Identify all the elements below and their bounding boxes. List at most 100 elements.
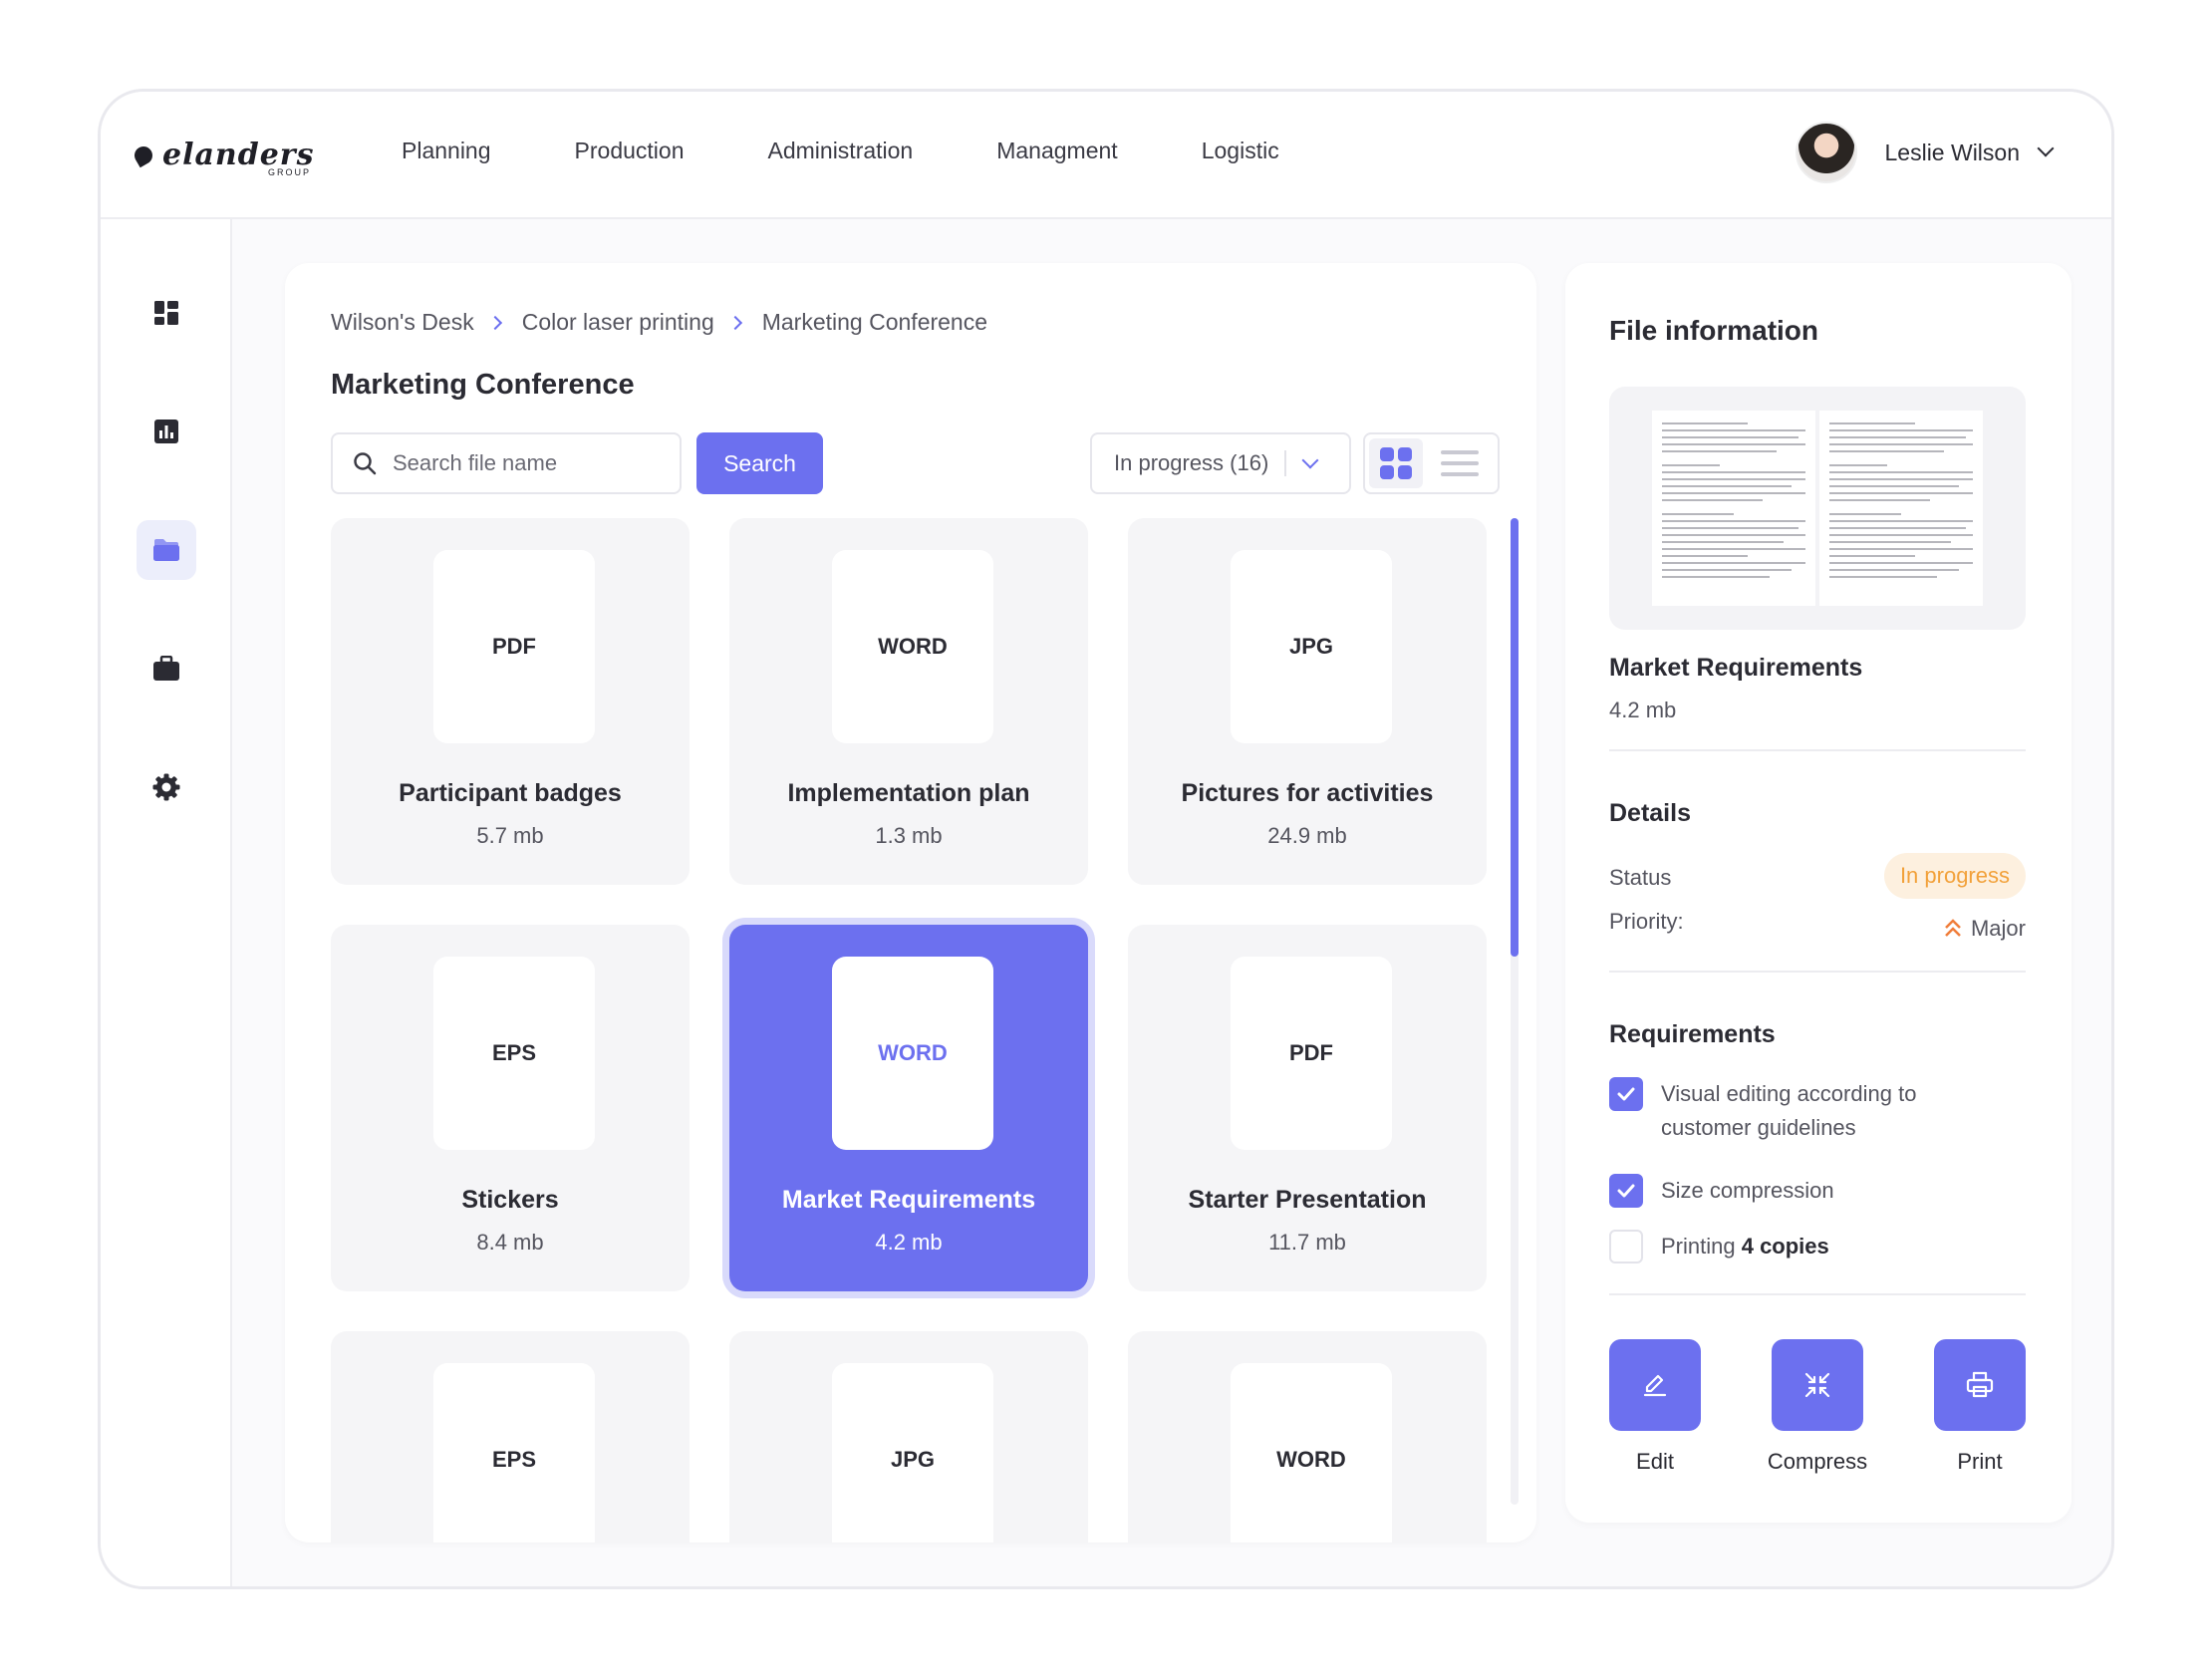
print-label: Print — [1957, 1449, 2003, 1474]
requirement-item[interactable]: Visual editing according to customer gui… — [1609, 1077, 1968, 1145]
file-information-panel: File information Market Requirements 4.2… — [1565, 263, 2072, 1523]
gear-icon — [152, 773, 180, 801]
file-preview[interactable] — [1609, 387, 2026, 630]
file-card[interactable]: JPG Pictures for activities 24.9 mb — [1128, 518, 1487, 885]
compress-button[interactable] — [1772, 1339, 1863, 1431]
status-filter-label: In progress (16) — [1114, 450, 1269, 475]
file-type-icon: WORD — [832, 957, 993, 1150]
print-button[interactable] — [1934, 1339, 2026, 1431]
status-badge: In progress — [1883, 853, 2026, 899]
requirement-item[interactable]: Size compression — [1609, 1174, 1834, 1208]
nav-logistic[interactable]: Logistic — [1202, 138, 1279, 164]
briefcase-icon — [153, 656, 179, 681]
chevron-down-icon — [1301, 451, 1319, 469]
edit-action: Edit — [1609, 1339, 1701, 1475]
double-chevron-up-icon — [1945, 919, 1961, 937]
chevron-right-icon — [487, 315, 502, 330]
nav-managment[interactable]: Managment — [996, 138, 1117, 164]
file-type-icon: WORD — [832, 550, 993, 743]
checkbox-checked[interactable] — [1609, 1077, 1643, 1111]
folder-icon — [153, 539, 179, 561]
edit-label: Edit — [1636, 1449, 1674, 1474]
breadcrumb-item[interactable]: Wilson's Desk — [331, 309, 474, 336]
file-card[interactable]: PDF Starter Presentation 11.7 mb — [1128, 925, 1487, 1291]
file-card[interactable]: WORD Implementation plan 1.3 mb — [729, 518, 1088, 885]
file-size: 4.2 mb — [1609, 698, 1677, 722]
file-card-size: 11.7 mb — [1268, 1230, 1346, 1255]
page-title: Marketing Conference — [331, 369, 635, 401]
main-nav: Planning Production Administration Manag… — [402, 138, 1279, 164]
file-card[interactable]: WORD — [1128, 1331, 1487, 1542]
file-card[interactable]: PDF Participant badges 5.7 mb — [331, 518, 690, 885]
nav-planning[interactable]: Planning — [402, 138, 491, 164]
priority-label: Priority: — [1609, 909, 1684, 934]
list-view-icon[interactable] — [1441, 450, 1479, 476]
grid-view-icon[interactable] — [1369, 438, 1423, 488]
logo-mark-icon — [131, 142, 156, 167]
divider — [1284, 450, 1287, 476]
file-card-size: 24.9 mb — [1267, 823, 1347, 848]
file-type-icon: EPS — [433, 957, 595, 1150]
nav-administration[interactable]: Administration — [768, 138, 914, 164]
checkbox-checked[interactable] — [1609, 1174, 1643, 1208]
avatar[interactable] — [1795, 122, 1857, 183]
file-browser-panel: Wilson's Desk Color laser printing Marke… — [285, 263, 1536, 1542]
printer-icon — [1966, 1371, 1994, 1398]
file-card[interactable]: JPG — [729, 1331, 1088, 1542]
file-card[interactable]: EPS — [331, 1331, 690, 1542]
file-type-icon: EPS — [433, 1363, 595, 1542]
breadcrumb: Wilson's Desk Color laser printing Marke… — [331, 309, 987, 336]
file-card-selected[interactable]: WORD Market Requirements 4.2 mb — [729, 925, 1088, 1291]
search-input[interactable] — [393, 450, 642, 476]
top-bar: elanders GROUP Planning Production Admin… — [101, 92, 2111, 219]
priority-value: Major — [1943, 916, 2026, 942]
file-type-icon: JPG — [1231, 550, 1392, 743]
brand-logo[interactable]: elanders GROUP — [131, 138, 315, 177]
file-card-name: Market Requirements — [781, 1186, 1036, 1214]
breadcrumb-item[interactable]: Marketing Conference — [762, 309, 987, 336]
check-icon — [1617, 1087, 1635, 1101]
file-card[interactable]: EPS Stickers 8.4 mb — [331, 925, 690, 1291]
compress-label: Compress — [1767, 1449, 1868, 1474]
checkbox-unchecked[interactable] — [1609, 1230, 1643, 1263]
sidebar-item-dashboard[interactable] — [137, 283, 196, 343]
search-icon — [354, 452, 377, 475]
check-icon — [1617, 1184, 1635, 1198]
panel-title: File information — [1609, 315, 1818, 346]
requirement-label: Size compression — [1661, 1178, 1834, 1203]
sidebar-item-settings[interactable] — [137, 757, 196, 817]
search-button[interactable]: Search — [696, 432, 823, 494]
chart-icon — [154, 420, 178, 443]
file-type-icon: PDF — [1231, 957, 1392, 1150]
user-name: Leslie Wilson — [1884, 139, 2021, 165]
file-type-icon: PDF — [433, 550, 595, 743]
breadcrumb-item[interactable]: Color laser printing — [522, 309, 714, 336]
chevron-right-icon — [727, 315, 742, 330]
divider — [1609, 1293, 2026, 1295]
file-grid: PDF Participant badges 5.7 mb WORD Implement… — [331, 518, 1497, 1542]
chevron-down-icon[interactable] — [2037, 140, 2055, 157]
status-label: Status — [1609, 865, 1672, 890]
sidebar — [101, 219, 232, 1586]
app-window: elanders GROUP Planning Production Admin… — [98, 89, 2114, 1589]
search-field[interactable] — [331, 432, 682, 494]
file-type-icon: JPG — [832, 1363, 993, 1542]
status-filter-dropdown[interactable]: In progress (16) — [1090, 432, 1351, 494]
requirement-item[interactable]: Printing 4 copies — [1609, 1230, 1829, 1263]
nav-production[interactable]: Production — [575, 138, 685, 164]
scrollbar[interactable] — [1511, 518, 1519, 1505]
scrollbar-thumb[interactable] — [1511, 518, 1519, 957]
user-menu[interactable]: Leslie Wilson — [1795, 122, 2055, 183]
file-card-name: Pictures for activities — [1181, 779, 1434, 807]
file-name: Market Requirements — [1609, 654, 1863, 682]
sidebar-item-reports[interactable] — [137, 402, 196, 461]
print-action: Print — [1934, 1339, 2026, 1475]
sidebar-item-files[interactable] — [137, 520, 196, 580]
edit-button[interactable] — [1609, 1339, 1701, 1431]
file-type-icon: WORD — [1231, 1363, 1392, 1542]
file-card-name: Implementation plan — [787, 779, 1030, 807]
sidebar-item-jobs[interactable] — [137, 639, 196, 699]
logo-subtext: GROUP — [268, 167, 312, 177]
file-card-size: 8.4 mb — [476, 1230, 544, 1255]
file-card-size: 1.3 mb — [875, 823, 943, 848]
